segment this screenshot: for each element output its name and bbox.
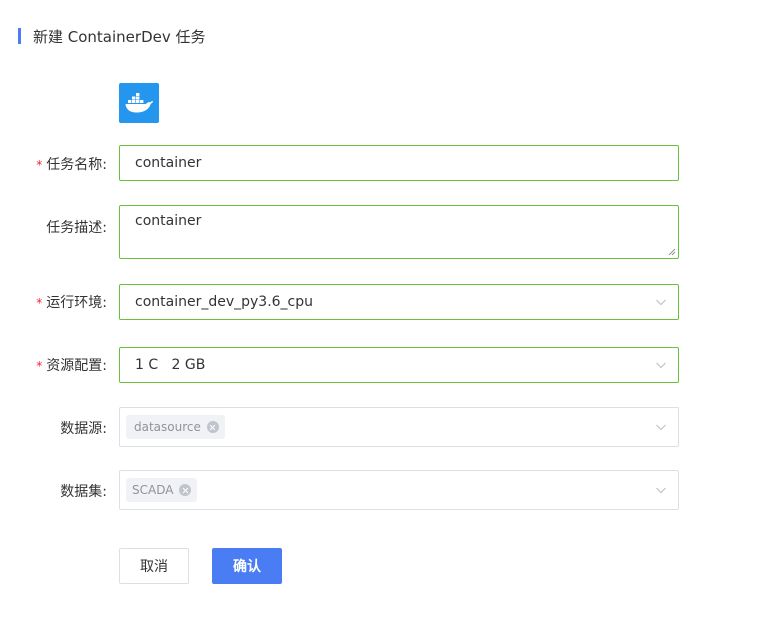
chevron-down-icon xyxy=(656,487,666,494)
cancel-button[interactable]: 取消 xyxy=(119,548,189,584)
datasource-label: 数据源: xyxy=(60,421,107,437)
dataset-tag: SCADA xyxy=(126,478,198,502)
task-name-label: * 任务名称: xyxy=(36,157,107,173)
close-icon[interactable] xyxy=(206,421,219,433)
close-icon[interactable] xyxy=(179,484,192,496)
datasource-tag: datasource xyxy=(126,415,225,439)
chevron-down-icon xyxy=(656,299,666,306)
required-mark: * xyxy=(36,359,43,373)
resize-handle-icon[interactable] xyxy=(668,248,676,256)
page-title-text: 新建 ContainerDev 任务 xyxy=(33,27,206,46)
chevron-down-icon xyxy=(656,424,666,431)
required-mark: * xyxy=(36,296,43,310)
docker-logo-icon xyxy=(119,83,159,123)
required-mark: * xyxy=(36,158,43,172)
dataset-tag-text: SCADA xyxy=(132,483,174,497)
task-desc-label: 任务描述: xyxy=(46,220,107,236)
resource-label: * 资源配置: xyxy=(36,358,107,374)
runtime-env-select[interactable]: container_dev_py3.6_cpu xyxy=(119,284,679,320)
page-title: 新建 ContainerDev 任务 xyxy=(18,27,206,46)
datasource-select[interactable]: datasource xyxy=(119,407,679,447)
runtime-env-value: container_dev_py3.6_cpu xyxy=(135,294,314,310)
resource-value: 1 C 2 GB xyxy=(135,357,206,373)
resource-select[interactable]: 1 C 2 GB xyxy=(119,347,679,383)
dataset-label: 数据集: xyxy=(60,484,107,500)
datasource-tag-text: datasource xyxy=(134,420,201,434)
runtime-env-label: * 运行环境: xyxy=(36,295,107,311)
task-name-value: container xyxy=(135,155,202,171)
task-desc-textarea[interactable]: container xyxy=(119,205,679,259)
title-accent-bar xyxy=(18,28,21,44)
task-desc-value: container xyxy=(135,213,202,229)
task-name-input[interactable]: container xyxy=(119,145,679,181)
confirm-button[interactable]: 确认 xyxy=(212,548,282,584)
dataset-select[interactable]: SCADA xyxy=(119,470,679,510)
chevron-down-icon xyxy=(656,362,666,369)
